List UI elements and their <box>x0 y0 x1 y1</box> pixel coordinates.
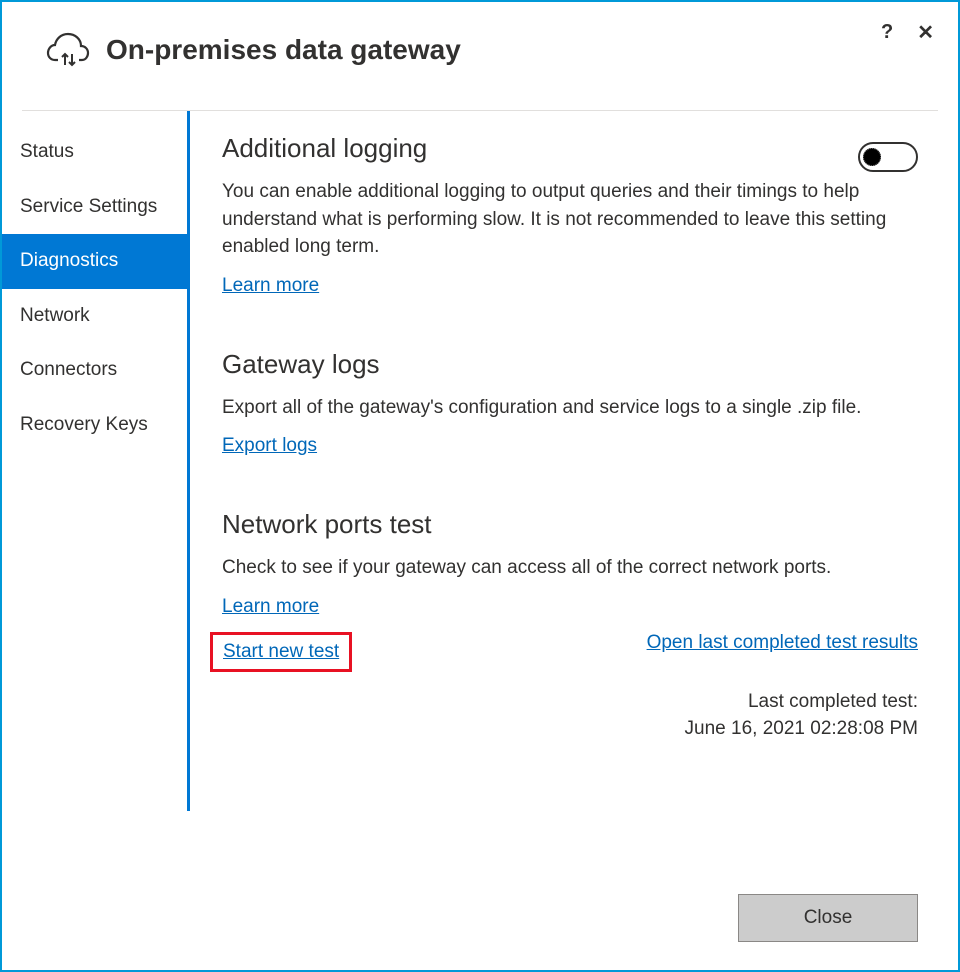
section-additional-logging: Additional logging You can enable additi… <box>222 133 918 297</box>
last-test-value: June 16, 2021 02:28:08 PM <box>222 715 918 743</box>
start-new-test-link[interactable]: Start new test <box>223 641 339 662</box>
network-ports-learn-more-link[interactable]: Learn more <box>222 596 319 617</box>
additional-logging-learn-more-link[interactable]: Learn more <box>222 275 319 296</box>
sidebar-item-recovery-keys[interactable]: Recovery Keys <box>2 398 187 453</box>
main-content: Additional logging You can enable additi… <box>190 111 958 811</box>
gateway-logs-desc: Export all of the gateway's configuratio… <box>222 394 918 422</box>
last-test-label: Last completed test: <box>222 688 918 716</box>
close-icon[interactable]: ✕ <box>913 20 938 45</box>
test-links-row: Start new test Open last completed test … <box>222 632 918 672</box>
sidebar: Status Service Settings Diagnostics Netw… <box>2 111 190 811</box>
gateway-logs-title: Gateway logs <box>222 349 918 380</box>
network-ports-title: Network ports test <box>222 509 918 540</box>
app-title: On-premises data gateway <box>106 34 461 66</box>
start-new-test-highlight: Start new test <box>210 632 352 672</box>
open-last-results-link[interactable]: Open last completed test results <box>647 632 918 654</box>
window-controls: ? ✕ <box>881 20 938 45</box>
sidebar-item-status[interactable]: Status <box>2 125 187 180</box>
body: Status Service Settings Diagnostics Netw… <box>2 111 958 811</box>
titlebar: On-premises data gateway <box>2 2 958 80</box>
network-ports-desc: Check to see if your gateway can access … <box>222 554 918 582</box>
additional-logging-desc: You can enable additional logging to out… <box>222 178 918 261</box>
sidebar-item-connectors[interactable]: Connectors <box>2 343 187 398</box>
last-completed-test: Last completed test: June 16, 2021 02:28… <box>222 688 918 743</box>
additional-logging-toggle[interactable] <box>858 142 918 172</box>
cloud-gateway-icon <box>46 30 90 70</box>
sidebar-item-service-settings[interactable]: Service Settings <box>2 180 187 235</box>
export-logs-link[interactable]: Export logs <box>222 435 317 456</box>
sidebar-item-diagnostics[interactable]: Diagnostics <box>2 234 187 289</box>
section-network-ports-test: Network ports test Check to see if your … <box>222 509 918 743</box>
sidebar-item-network[interactable]: Network <box>2 289 187 344</box>
toggle-knob <box>863 148 881 166</box>
close-button[interactable]: Close <box>738 894 918 942</box>
footer: Close <box>738 894 918 942</box>
section-gateway-logs: Gateway logs Export all of the gateway's… <box>222 349 918 458</box>
additional-logging-title: Additional logging <box>222 133 427 164</box>
help-icon[interactable]: ? <box>881 21 893 44</box>
